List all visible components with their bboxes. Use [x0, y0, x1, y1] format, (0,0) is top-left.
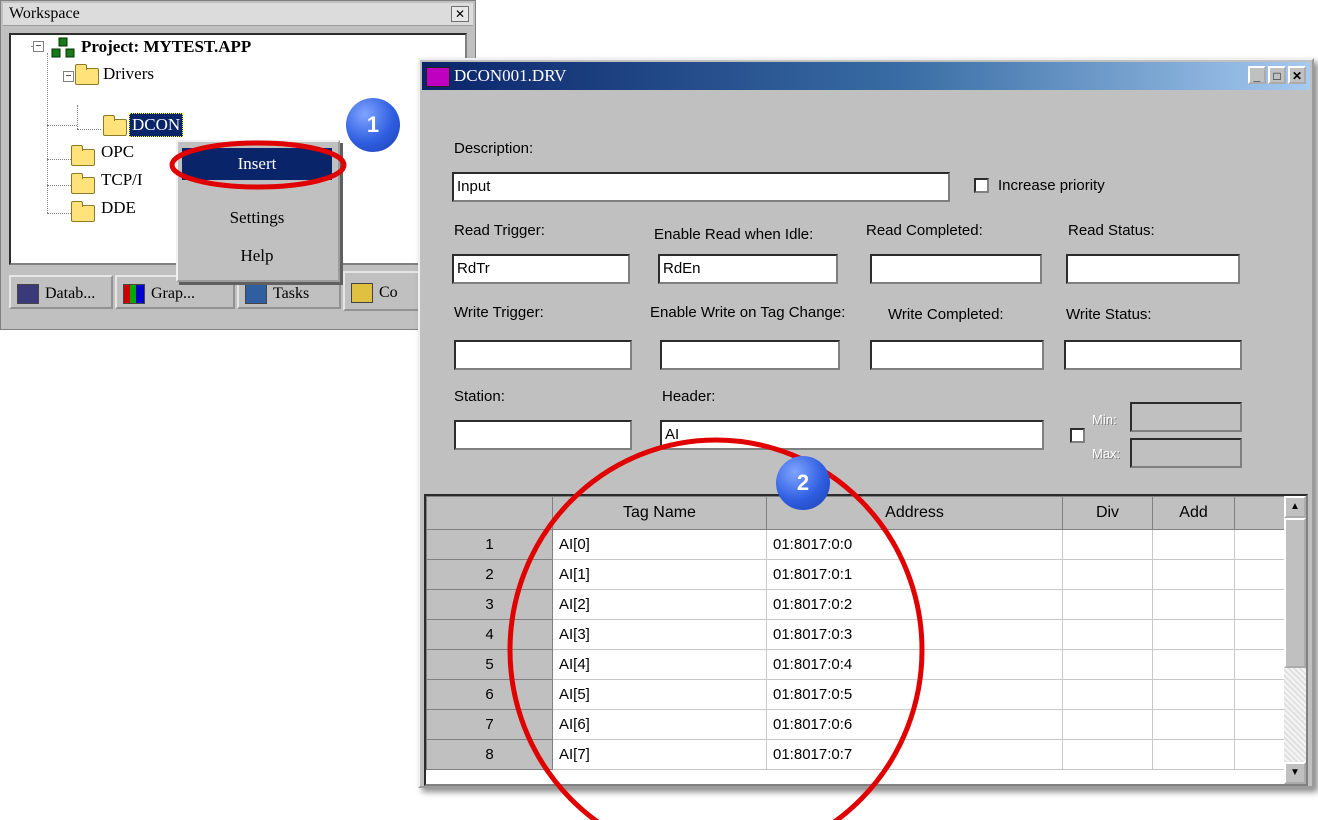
callout-ring-1 [169, 140, 347, 190]
callout-badge-1: 1 [346, 98, 400, 152]
callout-overlay [169, 140, 925, 820]
callout-badge-2: 2 [776, 456, 830, 510]
callout-ring-2 [507, 437, 925, 820]
